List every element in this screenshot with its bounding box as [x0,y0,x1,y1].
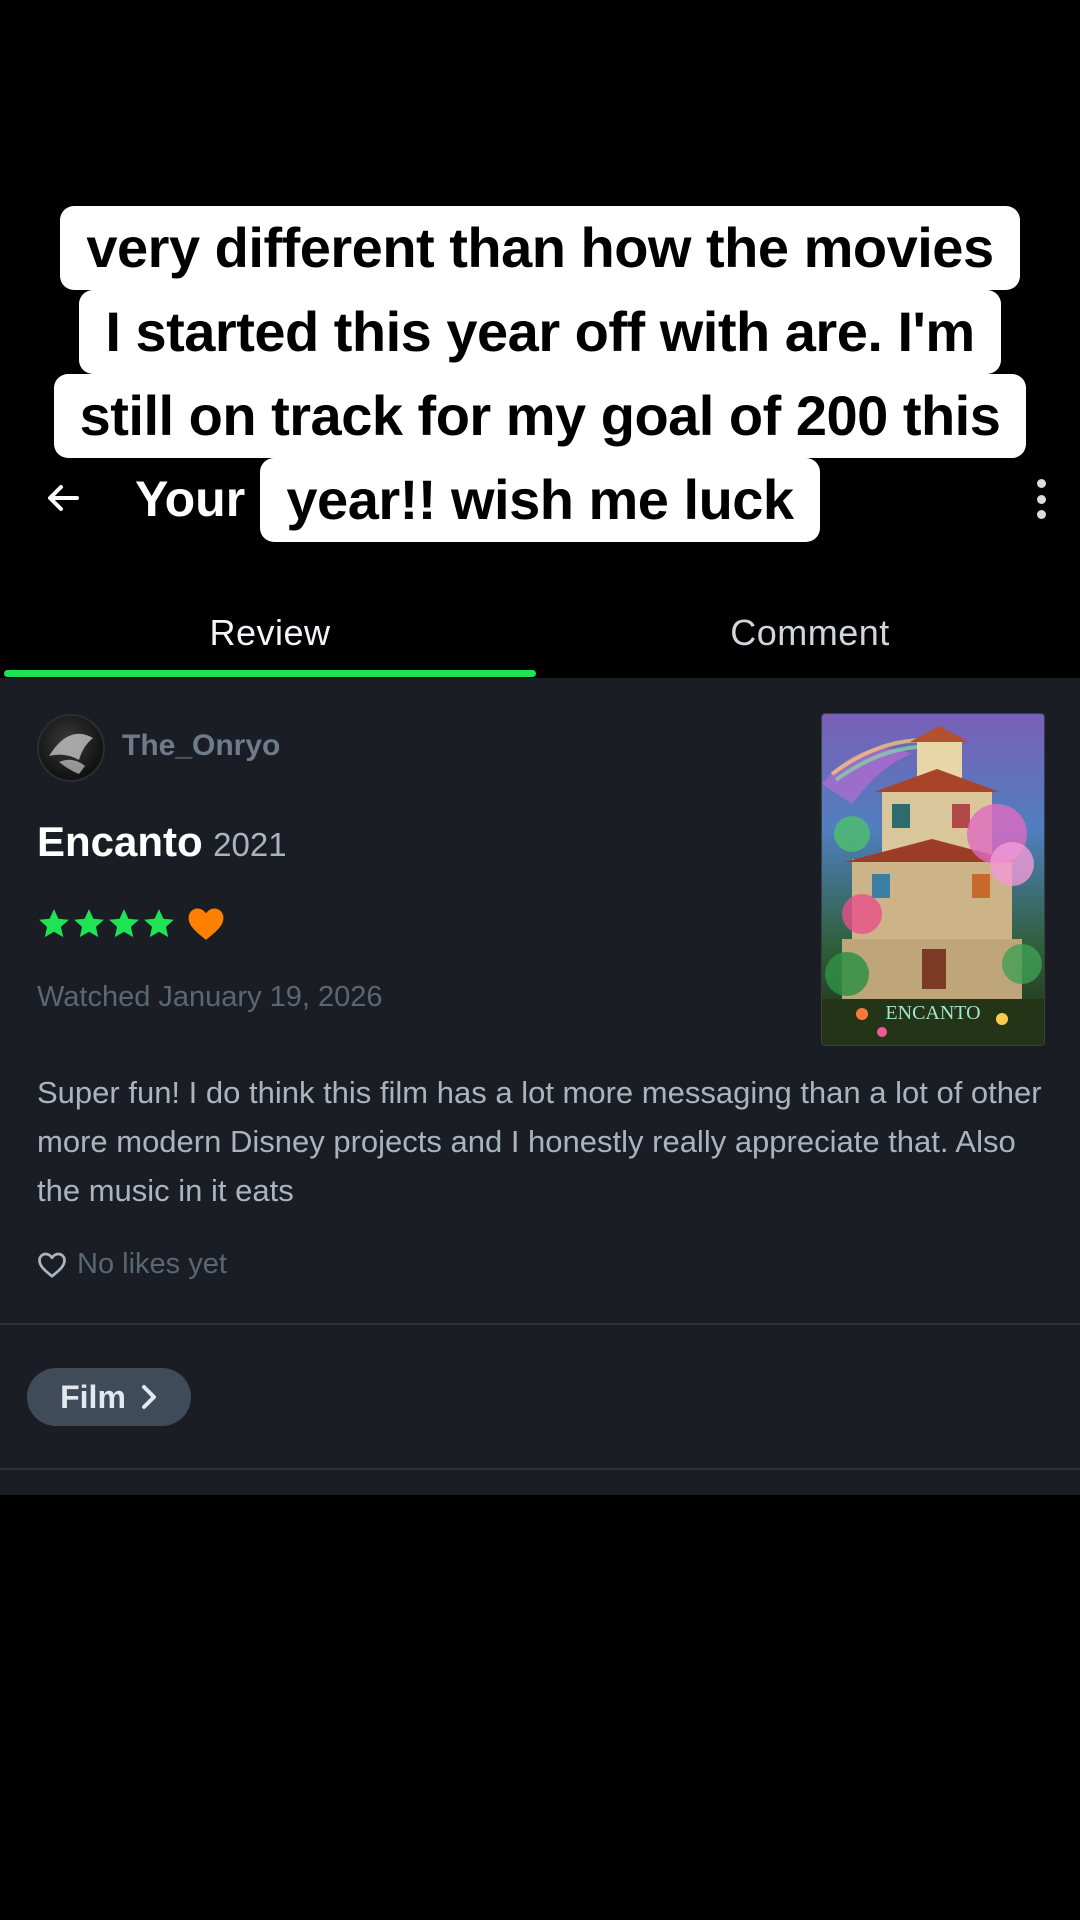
divider [0,1323,1080,1325]
film-title[interactable]: Encanto [37,818,203,865]
film-link-label: Film [60,1378,126,1415]
review-card: The_Onryo Encanto 2021 Watched January 1… [0,678,1080,1495]
caption-line: year!! wish me luck [260,458,820,542]
star-icon [109,909,139,938]
screen: Your review very different than how the … [0,0,1080,1920]
star-icon [39,909,69,938]
star-icon [74,909,104,938]
heart-outline-icon [38,1252,66,1278]
film-heading: Encanto 2021 [37,818,287,866]
tab-bar: Review Comment [0,590,1080,676]
divider [0,1468,1080,1470]
caption-line: I started this year off with are. I'm [79,290,1001,374]
svg-text:ENCANTO: ENCANTO [885,1002,980,1024]
film-link-button[interactable]: Film [27,1368,191,1426]
chevron-right-icon [141,1385,156,1409]
film-year: 2021 [213,826,287,863]
likes-count: No likes yet [77,1248,227,1280]
rating [37,906,225,942]
tab-comment[interactable]: Comment [540,590,1080,676]
avatar[interactable] [37,714,105,782]
heart-filled-icon [188,908,224,940]
review-text[interactable]: Super fun! I do think this film has a lo… [37,1068,1047,1215]
film-poster[interactable]: ENCANTO [821,713,1045,1046]
active-tab-indicator [4,670,536,677]
caption-line: very different than how the movies [60,206,1020,290]
like-button[interactable]: No likes yet [37,1248,227,1281]
caption-overlay: very different than how the movies I sta… [0,206,1080,542]
caption-line: still on track for my goal of 200 this [53,374,1027,458]
avatar-image [49,733,93,774]
poster-image: ENCANTO [822,714,1044,1045]
username[interactable]: The_Onryo [122,726,280,766]
tab-review[interactable]: Review [0,590,540,676]
star-icon [144,909,174,938]
watched-date: Watched January 19, 2026 [37,981,383,1013]
